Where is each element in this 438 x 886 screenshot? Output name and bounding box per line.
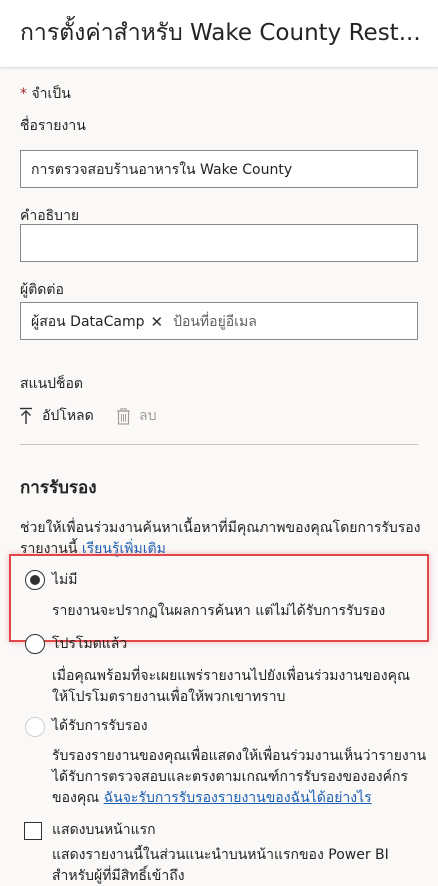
trash-icon — [116, 407, 131, 425]
radio-promoted-label[interactable]: โปรโมตแล้ว — [52, 634, 127, 654]
upload-label: อัปโหลด — [42, 408, 94, 424]
report-name-label: ชื่อรายงาน — [20, 118, 86, 134]
endorsement-title: การรับรอง — [20, 478, 97, 498]
featured-description: แสดงรายงานนี้ในส่วนแนะนำบนหน้าแรกของ Pow… — [52, 847, 389, 884]
highlight-box — [9, 554, 429, 642]
radio-certified-description: รับรองรายงานของคุณเพื่อแสดงให้เพื่อนร่วม… — [52, 746, 430, 809]
page-title: การตั้งค่าสำหรับ Wake County Rest... — [20, 20, 421, 46]
delete-button[interactable]: ลบ — [116, 406, 156, 426]
featured-label[interactable]: แสดงบนหน้าแรก — [52, 820, 156, 840]
email-placeholder[interactable]: ป้อนที่อยู่อีเมล — [173, 312, 257, 332]
radio-certified-label[interactable]: ได้รับการรับรอง — [52, 716, 148, 736]
required-star: * — [20, 86, 27, 102]
delete-label: ลบ — [139, 408, 157, 424]
report-name-value: การตรวจสอบร้านอาหารใน Wake County — [31, 162, 293, 178]
report-name-input[interactable]: การตรวจสอบร้านอาหารใน Wake County — [20, 150, 418, 188]
radio-promoted-description: เมื่อคุณพร้อมที่จะเผยแพร่รายงานไปยังเพื่… — [52, 668, 410, 705]
snapshot-label: สแนปช็อต — [20, 376, 84, 392]
required-note: * จำเป็น — [20, 84, 71, 104]
contacts-label: ผู้ติดต่อ — [20, 282, 64, 298]
settings-header: การตั้งค่าสำหรับ Wake County Rest... — [0, 0, 438, 68]
upload-button[interactable]: อัปโหลด — [18, 406, 94, 426]
radio-promoted[interactable] — [25, 634, 45, 654]
description-label: คำอธิบาย — [20, 208, 80, 224]
contact-chip: ผู้สอน DataCamp ✕ ป้อนที่อยู่อีเมล — [31, 312, 257, 332]
required-text: จำเป็น — [31, 86, 71, 102]
endorsement-help-text: ช่วยให้เพื่อนร่วมงานค้นหาเนื้อหาที่มีคุณ… — [20, 520, 421, 557]
certification-link[interactable]: ฉันจะรับการรับรองรายงานของฉันได้อย่างไร — [104, 790, 372, 806]
contact-chip-name: ผู้สอน DataCamp — [31, 314, 145, 330]
contacts-input[interactable]: ผู้สอน DataCamp ✕ ป้อนที่อยู่อีเมล — [20, 302, 418, 340]
featured-checkbox[interactable] — [24, 822, 42, 840]
close-icon[interactable]: ✕ — [150, 312, 163, 332]
description-input[interactable] — [20, 224, 418, 262]
radio-certified[interactable] — [25, 717, 45, 737]
upload-icon — [18, 407, 34, 425]
section-divider — [20, 444, 418, 445]
